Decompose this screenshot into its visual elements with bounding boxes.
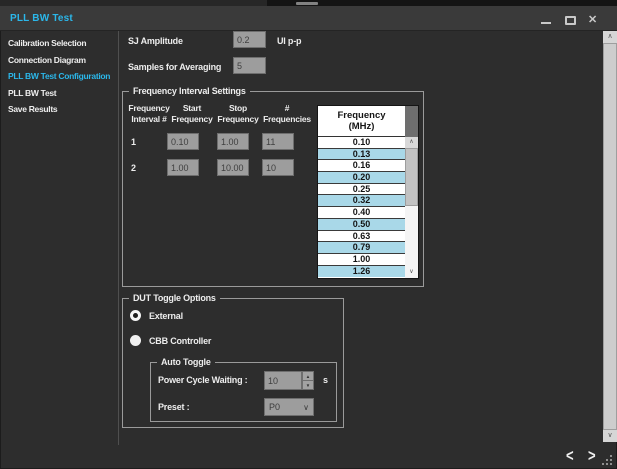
- power-cycle-waiting-stepper[interactable]: ▲ ▼: [302, 371, 314, 390]
- table-row[interactable]: 0.50: [318, 219, 405, 231]
- frequency-interval-settings-title: Frequency Interval Settings: [129, 86, 250, 96]
- sidebar-item-save-results[interactable]: Save Results: [8, 104, 117, 114]
- auto-toggle-title: Auto Toggle: [157, 357, 215, 367]
- preset-dropdown-value: P0: [269, 402, 280, 412]
- next-page-button[interactable]: >: [588, 446, 596, 465]
- external-radio[interactable]: [130, 310, 141, 321]
- frequency-mhz-table[interactable]: Frequency (MHz) 0.10 0.13 0.16 0.20 0.25…: [317, 105, 419, 279]
- sj-amplitude-unit: UI p-p: [277, 36, 301, 46]
- table-row[interactable]: 1.26: [318, 266, 405, 278]
- scroll-down-icon[interactable]: ∨: [603, 430, 617, 442]
- maximize-button[interactable]: [561, 10, 579, 28]
- preset-label: Preset :: [158, 402, 189, 412]
- column-header-stop-frequency: Stop Frequency: [213, 103, 263, 125]
- sj-amplitude-label: SJ Amplitude: [128, 36, 183, 46]
- spinner-down-icon[interactable]: ▼: [302, 380, 314, 390]
- minimize-icon: [541, 22, 551, 24]
- scrollbar-thumb[interactable]: [405, 148, 418, 206]
- maximize-icon: [565, 16, 576, 25]
- sidebar-item-pll-bw-test-configuration[interactable]: PLL BW Test Configuration: [8, 71, 117, 81]
- table-row[interactable]: 0.32: [318, 195, 405, 207]
- power-cycle-waiting-unit: s: [323, 375, 328, 385]
- external-radio-label[interactable]: External: [149, 311, 183, 321]
- table-row[interactable]: 1.00: [318, 254, 405, 266]
- scrollbar-thumb[interactable]: [603, 43, 617, 430]
- sj-amplitude-input[interactable]: 0.2: [233, 31, 266, 48]
- drag-handle-icon[interactable]: [296, 2, 318, 5]
- interval-1-stop-input[interactable]: 1.00: [217, 133, 249, 150]
- pll-bw-test-window: PLL BW Test ✕ Calibration Selection Conn…: [0, 0, 617, 469]
- interval-1-index: 1: [131, 137, 136, 147]
- interval-2-start-input[interactable]: 1.00: [167, 159, 199, 176]
- sidebar-item-pll-bw-test[interactable]: PLL BW Test: [8, 88, 117, 98]
- cbb-controller-radio-label[interactable]: CBB Controller: [149, 336, 211, 346]
- chevron-down-icon: ∨: [303, 403, 309, 412]
- scrollbar-track[interactable]: [405, 206, 418, 267]
- table-row[interactable]: 0.10: [318, 137, 405, 149]
- frequency-table-header: Frequency (MHz): [318, 106, 405, 137]
- interval-2-index: 2: [131, 163, 136, 173]
- resize-grip[interactable]: [601, 454, 614, 467]
- samples-for-averaging-label: Samples for Averaging: [128, 62, 221, 72]
- main-vertical-scrollbar[interactable]: ∧ ∨: [603, 31, 617, 442]
- scrollbar-header-gap: [405, 106, 418, 137]
- scroll-up-icon[interactable]: ∧: [405, 137, 418, 148]
- table-row[interactable]: 0.20: [318, 172, 405, 184]
- spinner-up-icon[interactable]: ▲: [302, 371, 314, 380]
- sidebar-divider: [118, 31, 119, 445]
- dut-toggle-options-title: DUT Toggle Options: [129, 293, 220, 303]
- frequency-table-cells: Frequency (MHz) 0.10 0.13 0.16 0.20 0.25…: [318, 106, 405, 278]
- sidebar-item-connection-diagram[interactable]: Connection Diagram: [8, 55, 117, 65]
- scroll-up-icon[interactable]: ∧: [603, 31, 617, 43]
- preset-dropdown[interactable]: P0 ∨: [264, 398, 314, 416]
- interval-1-start-input[interactable]: 0.10: [167, 133, 199, 150]
- previous-page-button[interactable]: <: [566, 446, 574, 465]
- table-row[interactable]: 0.16: [318, 160, 405, 172]
- table-row[interactable]: 0.79: [318, 242, 405, 254]
- column-header-start-frequency: Start Frequency: [167, 103, 217, 125]
- titlebar[interactable]: PLL BW Test ✕: [0, 6, 617, 31]
- scroll-down-icon[interactable]: ∨: [405, 267, 418, 278]
- interval-2-count-input[interactable]: 10: [262, 159, 294, 176]
- minimize-button[interactable]: [537, 10, 555, 28]
- power-cycle-waiting-input[interactable]: 10: [264, 371, 302, 390]
- frequency-table-scrollbar[interactable]: ∧ ∨: [405, 106, 418, 278]
- samples-for-averaging-input[interactable]: 5: [233, 57, 266, 74]
- table-row[interactable]: 0.13: [318, 149, 405, 161]
- interval-2-stop-input[interactable]: 10.00: [217, 159, 249, 176]
- window-title: PLL BW Test: [10, 13, 73, 24]
- table-row[interactable]: 0.40: [318, 207, 405, 219]
- power-cycle-waiting-label: Power Cycle Waiting :: [158, 375, 247, 385]
- interval-1-count-input[interactable]: 11: [262, 133, 294, 150]
- table-row[interactable]: 0.63: [318, 231, 405, 243]
- sidebar-item-calibration-selection[interactable]: Calibration Selection: [8, 38, 117, 48]
- column-header-num-frequencies: # Frequencies: [259, 103, 315, 125]
- cbb-controller-radio[interactable]: [130, 335, 141, 346]
- close-icon: ✕: [588, 13, 597, 26]
- table-row[interactable]: 0.25: [318, 184, 405, 196]
- close-button[interactable]: ✕: [584, 10, 602, 28]
